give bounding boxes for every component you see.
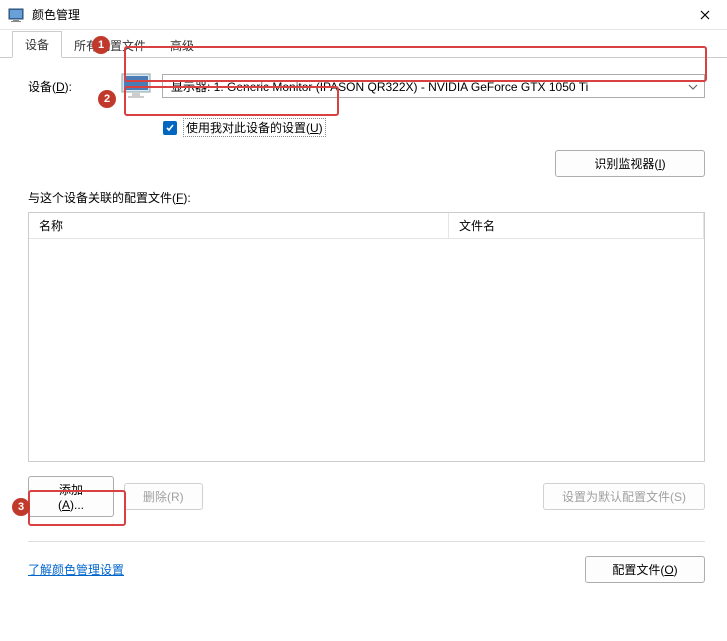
dropdown-value: 显示器: 1. Generic Monitor (IPASON QR322X) … — [171, 78, 588, 95]
use-my-settings-checkbox[interactable] — [163, 121, 177, 135]
use-my-settings-row: 使用我对此设备的设置(U) — [163, 118, 705, 137]
column-name[interactable]: 名称 — [29, 213, 449, 238]
learn-more-link[interactable]: 了解颜色管理设置 — [28, 561, 124, 578]
add-button[interactable]: 添加(A)... — [28, 476, 114, 517]
titlebar: 颜色管理 — [0, 0, 727, 30]
app-icon — [8, 7, 24, 23]
profiles-config-button[interactable]: 配置文件(O) — [585, 556, 705, 583]
use-my-settings-label: 使用我对此设备的设置(U) — [183, 118, 326, 137]
tab-device[interactable]: 设备 — [12, 31, 62, 58]
tab-advanced[interactable]: 高级 — [158, 33, 206, 58]
identify-monitors-button[interactable]: 识别监视器(I) — [555, 150, 705, 177]
device-dropdown[interactable]: 显示器: 1. Generic Monitor (IPASON QR322X) … — [162, 74, 705, 98]
device-row: 设备(D): 显示器: 1. Generic Monitor (IPASON Q… — [28, 72, 705, 100]
remove-button: 删除(R) — [124, 483, 203, 510]
bottom-row: 了解颜色管理设置 配置文件(O) — [28, 556, 705, 583]
set-default-button: 设置为默认配置文件(S) — [543, 483, 705, 510]
tab-bar: 设备 所有配置文件 高级 — [0, 30, 727, 58]
monitor-icon — [120, 72, 152, 100]
device-label: 设备(D): — [28, 78, 120, 95]
profiles-listview[interactable]: 名称 文件名 — [28, 212, 705, 462]
content-area: 设备(D): 显示器: 1. Generic Monitor (IPASON Q… — [0, 58, 727, 593]
listview-header: 名称 文件名 — [29, 213, 704, 239]
profile-buttons-row: 添加(A)... 删除(R) 设置为默认配置文件(S) — [28, 476, 705, 517]
chevron-down-icon — [688, 79, 698, 93]
window-title: 颜色管理 — [32, 6, 80, 23]
divider — [28, 541, 705, 542]
column-filename[interactable]: 文件名 — [449, 213, 704, 238]
tab-all-profiles[interactable]: 所有配置文件 — [62, 33, 158, 58]
associated-profiles-label: 与这个设备关联的配置文件(F): — [28, 189, 705, 206]
close-button[interactable] — [682, 0, 727, 30]
